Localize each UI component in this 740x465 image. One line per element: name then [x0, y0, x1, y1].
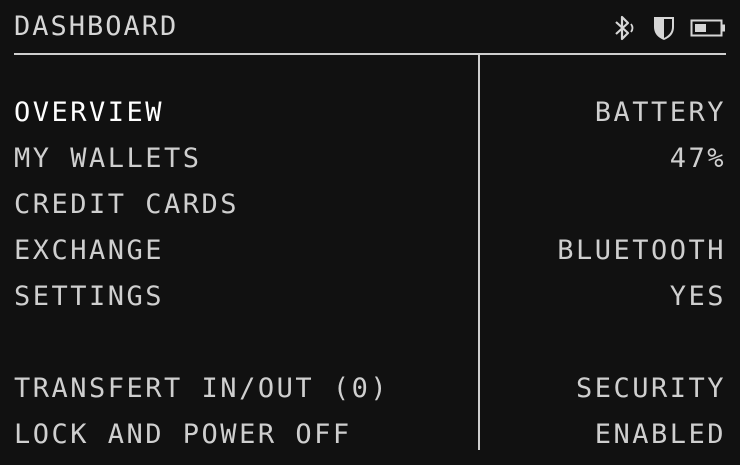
menu-item-credit-cards[interactable]: CREDIT CARDS [14, 182, 389, 228]
vertical-divider [478, 55, 480, 450]
menu-spacer [14, 320, 389, 366]
status-spacer [557, 182, 726, 228]
menu-item-settings[interactable]: SETTINGS [14, 274, 389, 320]
menu-item-overview[interactable]: OVERVIEW [14, 90, 389, 136]
bluetooth-label: BLUETOOTH [557, 235, 726, 266]
main-menu: OVERVIEW MY WALLETS CREDIT CARDS EXCHANG… [14, 90, 389, 458]
security-label: SECURITY [575, 373, 726, 404]
menu-item-lock-power-off[interactable]: LOCK AND POWER OFF [14, 412, 389, 458]
header-divider [14, 53, 726, 55]
menu-item-exchange[interactable]: EXCHANGE [14, 228, 389, 274]
battery-icon [690, 17, 726, 39]
shield-icon [652, 14, 676, 42]
battery-value: 47% [669, 143, 726, 174]
status-icons [610, 12, 726, 44]
bluetooth-icon [610, 14, 638, 42]
menu-item-my-wallets[interactable]: MY WALLETS [14, 136, 389, 182]
security-value: ENABLED [594, 419, 726, 450]
battery-label: BATTERY [594, 97, 726, 128]
menu-item-transfer[interactable]: TRANSFERT IN/OUT (0) [14, 366, 389, 412]
page-title: DASHBOARD [14, 11, 179, 42]
bluetooth-value: YES [669, 281, 726, 312]
status-spacer [557, 320, 726, 366]
status-panel: BATTERY 47% BLUETOOTH YES SECURITY ENABL… [557, 90, 726, 458]
